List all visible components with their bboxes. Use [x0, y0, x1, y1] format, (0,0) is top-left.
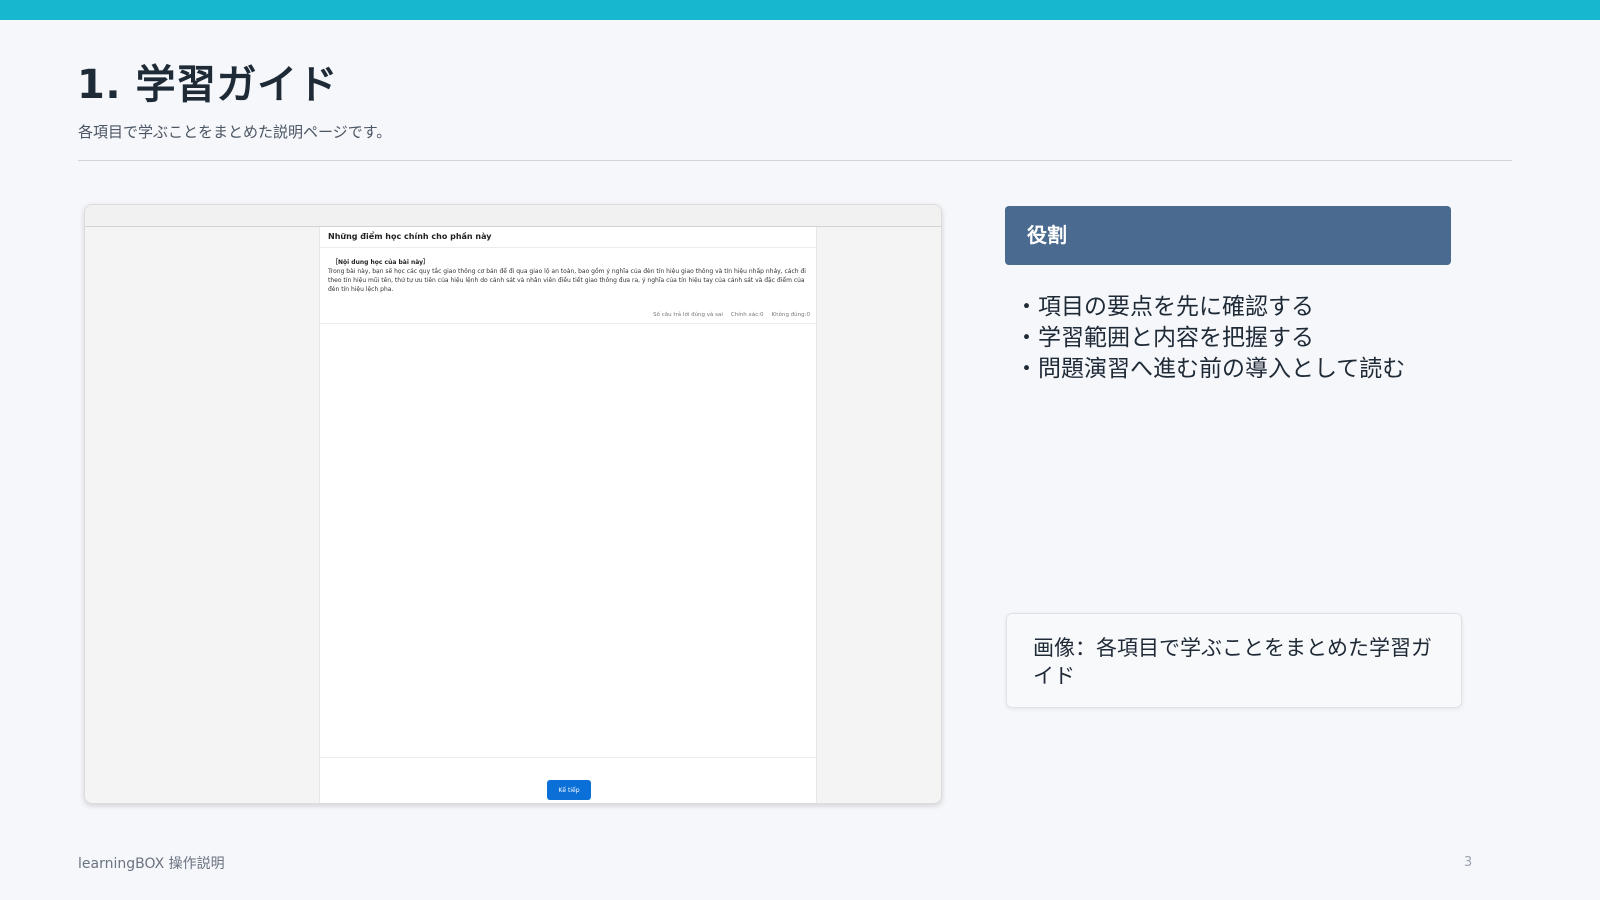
screenshot-separator [320, 323, 816, 324]
screenshot-separator [320, 247, 816, 248]
screenshot-browser-bar [85, 205, 941, 227]
screenshot-counters: Số câu trả lời đúng và sai Chính xác:0 K… [653, 312, 810, 318]
header-divider [78, 160, 1512, 161]
counter-incorrect: Không đúng:0 [771, 312, 811, 318]
role-header: 役割 [1005, 206, 1451, 265]
counter-correct: Chính xác:0 [730, 312, 764, 318]
next-button[interactable]: Kế tiếp [547, 780, 591, 800]
page-subtitle: 各項目で学ぶことをまとめた説明ページです。 [78, 123, 392, 141]
screenshot-content-title: ［Nội dung học của bài này］ [332, 259, 430, 266]
role-item: ・項目の要点を先に確認する [1015, 294, 1314, 320]
role-item: ・問題演習へ進む前の導入として読む [1015, 356, 1406, 382]
page-number: 3 [1464, 855, 1473, 870]
top-accent-bar [0, 0, 1600, 20]
screenshot-separator [320, 757, 816, 758]
page-title: 1. 学習ガイド [77, 62, 338, 108]
screenshot-content-body: Trong bài này, bạn sẽ học các quy tắc gi… [328, 268, 806, 293]
counter-quiz-type: Số câu trả lời đúng và sai [653, 312, 723, 318]
role-list: ・項目の要点を先に確認する ・学習範囲と内容を把握する ・問題演習へ進む前の導入… [1015, 292, 1405, 385]
role-item: ・学習範囲と内容を把握する [1015, 325, 1314, 351]
screenshot-panel: Những điểm học chính cho phần này ［Nội d… [84, 204, 942, 804]
screenshot-page: Những điểm học chính cho phần này ［Nội d… [319, 227, 817, 803]
footer-label: learningBOX 操作説明 [78, 856, 225, 872]
image-caption: 画像：各項目で学ぶことをまとめた学習ガイド [1006, 613, 1462, 708]
screenshot-heading: Những điểm học chính cho phần này [328, 232, 492, 241]
